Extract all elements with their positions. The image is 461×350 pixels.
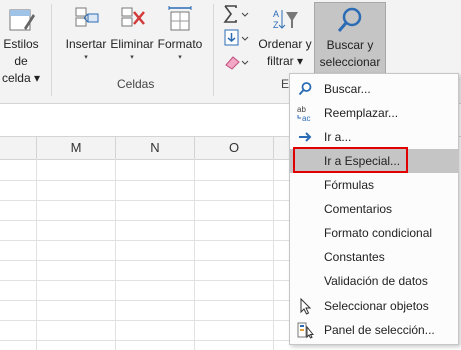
menu-item-formato-condicional[interactable]: Formato condicional (290, 221, 458, 245)
sort-filter-label-2: filtrar (266, 54, 294, 68)
grid-column (116, 159, 195, 350)
menu-item-label: Fórmulas (324, 178, 375, 192)
menu-item-constantes[interactable]: Constantes (290, 245, 458, 269)
insert-cells-icon (75, 7, 99, 27)
fill-down-icon (224, 29, 249, 46)
menu-item-seleccionar-objetos[interactable]: Seleccionar objetos (290, 294, 458, 318)
menu-item-label: Reemplazar... (324, 106, 399, 120)
menu-item-buscar[interactable]: Buscar... (290, 77, 458, 101)
svg-text:A: A (273, 9, 279, 19)
cell-styles-label-1: Estilos de (3, 37, 39, 68)
find-select-label-1: Buscar y (326, 38, 374, 52)
grid-row-line (0, 340, 290, 341)
column-header-n[interactable]: N (116, 137, 195, 160)
svg-text:Z: Z (273, 20, 279, 30)
find-select-label-2: seleccionar (319, 55, 381, 69)
sort-filter-icon: A Z (273, 9, 298, 30)
grid-row-line (0, 220, 290, 221)
replace-icon: ab ac (297, 105, 310, 122)
autosum-button[interactable] (222, 4, 252, 26)
grid-row-line (0, 240, 290, 241)
cell-styles-icon (9, 9, 35, 31)
cursor-icon (300, 297, 312, 315)
format-cells-icon (168, 6, 192, 31)
dropdown-arrow: ▾ (84, 54, 88, 61)
sort-filter-label-1: Ordenar y (258, 37, 312, 51)
insert-label: Insertar (65, 37, 107, 51)
menu-item-label: Buscar... (324, 82, 371, 96)
format-button[interactable]: Formato ▾ (156, 4, 204, 62)
arrow-right-icon (299, 132, 312, 142)
cell-styles-button[interactable]: Estilos de celda ▾ (0, 4, 46, 87)
eraser-icon (225, 56, 249, 70)
menu-item-panel-seleccion[interactable]: Panel de selección... (290, 318, 458, 342)
menu-item-comentarios[interactable]: Comentarios (290, 197, 458, 221)
grid-column (37, 159, 116, 350)
grid-row-line (0, 260, 290, 261)
svg-text:ac: ac (302, 114, 310, 122)
insert-button[interactable]: Insertar ▾ (64, 4, 108, 62)
grid-row-line (0, 280, 290, 281)
editing-group-label: E (281, 77, 290, 91)
dropdown-arrow: ▾ (178, 54, 182, 61)
group-separator (51, 4, 52, 96)
menu-item-label: Validación de datos (324, 274, 428, 288)
delete-button[interactable]: Eliminar ▾ (108, 4, 156, 62)
delete-label: Eliminar (110, 37, 154, 51)
group-separator (213, 4, 214, 96)
grid-row-line (0, 200, 290, 201)
find-select-menu: Buscar... ab ac Reemplazar... Ir a... Ir… (289, 73, 459, 345)
grid-row-line (0, 320, 290, 321)
grid-row-line (0, 180, 290, 181)
menu-item-label: Panel de selección... (324, 323, 435, 337)
grid-row-line (0, 300, 290, 301)
format-label: Formato (157, 37, 203, 51)
menu-item-label: Ir a... (324, 130, 352, 144)
menu-item-reemplazar[interactable]: ab ac Reemplazar... (290, 101, 458, 125)
menu-item-label: Seleccionar objetos (324, 299, 429, 313)
dropdown-arrow: ▾ (130, 54, 134, 61)
cells-group-label: Celdas (117, 77, 155, 91)
grid-column (0, 159, 37, 350)
menu-item-ir-a[interactable]: Ir a... (290, 125, 458, 149)
find-select-button[interactable]: Buscar y seleccionar ▾ (314, 2, 386, 86)
fill-button[interactable] (222, 28, 252, 50)
sigma-icon (223, 5, 249, 23)
highlight-annotation-box (293, 147, 408, 173)
search-icon (298, 82, 312, 96)
magnifier-icon (337, 7, 362, 32)
menu-item-label: Formato condicional (324, 226, 433, 240)
svg-text:ab: ab (297, 105, 306, 114)
column-header-m[interactable]: M (37, 137, 116, 160)
column-header-blank[interactable] (0, 137, 37, 160)
grid-column (195, 159, 274, 350)
menu-item-label: Comentarios (324, 202, 393, 216)
delete-cells-icon (121, 7, 145, 27)
dropdown-arrow: ▾ (34, 71, 41, 85)
menu-item-label: Constantes (324, 250, 385, 264)
menu-item-formulas[interactable]: Fórmulas (290, 173, 458, 197)
clear-button[interactable] (222, 52, 252, 74)
sort-filter-button[interactable]: A Z Ordenar y filtrar ▾ (254, 4, 316, 70)
cell-styles-label-2: celda (1, 71, 31, 85)
selection-pane-icon (297, 322, 314, 339)
column-header-o[interactable]: O (195, 137, 274, 160)
menu-item-validacion-datos[interactable]: Validación de datos (290, 269, 458, 293)
dropdown-arrow: ▾ (296, 54, 304, 68)
